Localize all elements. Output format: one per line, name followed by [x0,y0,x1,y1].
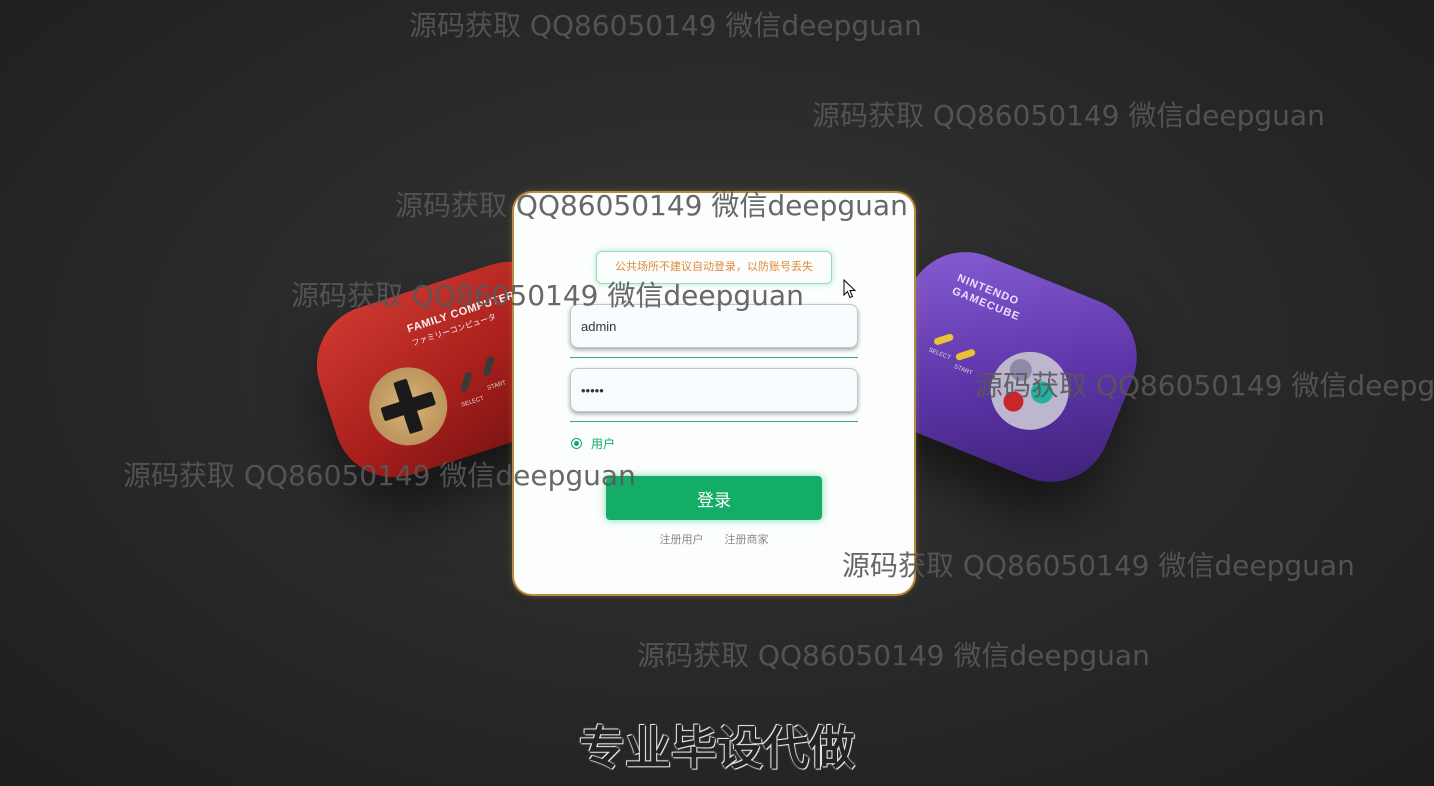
watermark-text: 源码获取 QQ86050149 微信deepguan [975,369,1434,402]
watermark-text: 源码获取 QQ86050149 微信deepguan [123,459,636,492]
start-button-shape [482,355,495,377]
select-button-shape [933,332,955,346]
username-underline [570,357,858,358]
login-button[interactable]: 登录 [606,476,822,520]
watermark-text: 源码获取 QQ86050149 微信deepguan [409,9,922,42]
select-button-shape [460,371,473,393]
watermark-text: 源码获取 QQ86050149 微信deepguan [637,639,1150,672]
register-user-link[interactable]: 注册用户 [659,534,703,546]
watermark-text: 源码获取 QQ86050149 微信deepguan [812,99,1325,132]
role-label: 用户 [591,437,616,451]
password-input[interactable] [570,368,858,412]
watermark-text: 源码获取 QQ86050149 微信deepguan [842,549,1355,582]
login-card: 公共场所不建议自动登录，以防账号丢失 用户 登录 注册用户 注册商家 [514,193,914,594]
radio-dot [574,441,579,446]
watermark-text: 源码获取 QQ86050149 微信deepguan [395,189,908,222]
role-option-user[interactable]: 用户 [571,435,615,452]
start-label: START [486,380,507,392]
select-label: SELECT [460,395,485,409]
select-label: SELECT [927,347,952,362]
start-button-shape [954,348,977,362]
radio-checked-icon[interactable] [571,438,582,449]
mouse-cursor-icon [843,279,857,299]
promo-banner: 专业毕设代做 [579,721,855,775]
start-label: START [953,364,974,377]
watermark-text: 源码获取 QQ86050149 微信deepguan [291,279,804,312]
password-underline [570,421,858,422]
register-merchant-link[interactable]: 注册商家 [725,534,769,546]
